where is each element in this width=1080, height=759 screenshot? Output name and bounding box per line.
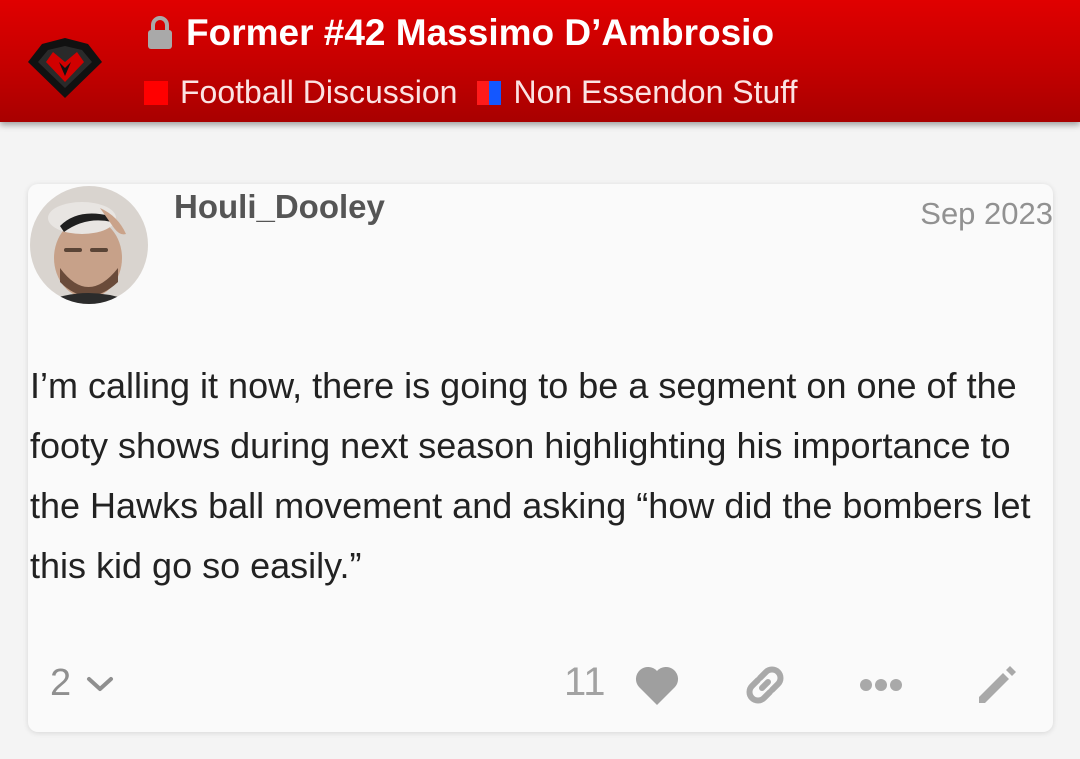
topic-title[interactable]: Former #42 Massimo D’Ambrosio [186,12,774,54]
post-username[interactable]: Houli_Dooley [174,188,385,226]
category-football-discussion[interactable]: Football Discussion [144,74,457,111]
category-breadcrumb: Football Discussion Non Essendon Stuff [144,74,818,111]
post-actions: 11 [28,654,1053,714]
category-color-badge [144,80,168,105]
like-button[interactable] [632,660,682,710]
topic-header: Former #42 Massimo D’Ambrosio Football D… [0,0,1080,122]
heart-icon [635,666,679,705]
more-icon [860,679,902,691]
category-label: Non Essendon Stuff [513,74,798,110]
avatar[interactable] [30,186,148,304]
post-card: Houli_Dooley Sep 2023 I’m calling it now… [28,184,1053,732]
post-body: I’m calling it now, there is going to be… [30,365,1031,586]
category-label: Football Discussion [180,74,458,110]
more-options-button[interactable] [856,660,906,710]
category-color-badge [477,80,502,105]
link-icon [746,666,784,704]
edit-button[interactable] [970,660,1020,710]
edit-icon [979,666,1016,703]
category-non-essendon-stuff[interactable]: Non Essendon Stuff [477,74,798,111]
post-date[interactable]: Sep 2023 [920,196,1053,232]
share-link-button[interactable] [740,660,790,710]
like-count[interactable]: 11 [564,660,606,705]
lock-icon [148,16,172,49]
site-logo[interactable] [26,32,104,100]
